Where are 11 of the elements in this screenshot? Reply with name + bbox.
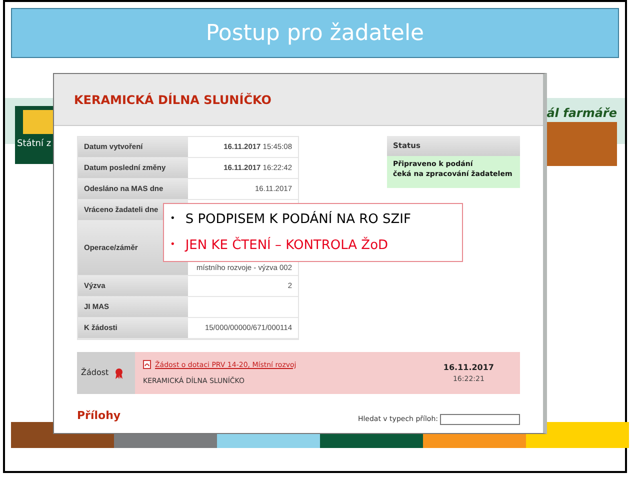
ribbon-icon <box>114 368 123 378</box>
request-date: 16.11.2017 <box>443 362 494 374</box>
search-field[interactable] <box>440 414 520 424</box>
slide-title: Postup pro žadatele <box>206 20 424 48</box>
pdf-icon <box>143 360 151 370</box>
photo-placeholder <box>547 122 617 166</box>
logo-caption: Státní z <box>17 138 52 151</box>
dialog-title: KERAMICKÁ DÍLNA SLUNÍČKO <box>74 92 272 108</box>
request-label: Žádost <box>81 367 109 379</box>
banner-caption: ál farmáře <box>546 105 617 122</box>
attachments-heading: Přílohy <box>77 408 121 424</box>
